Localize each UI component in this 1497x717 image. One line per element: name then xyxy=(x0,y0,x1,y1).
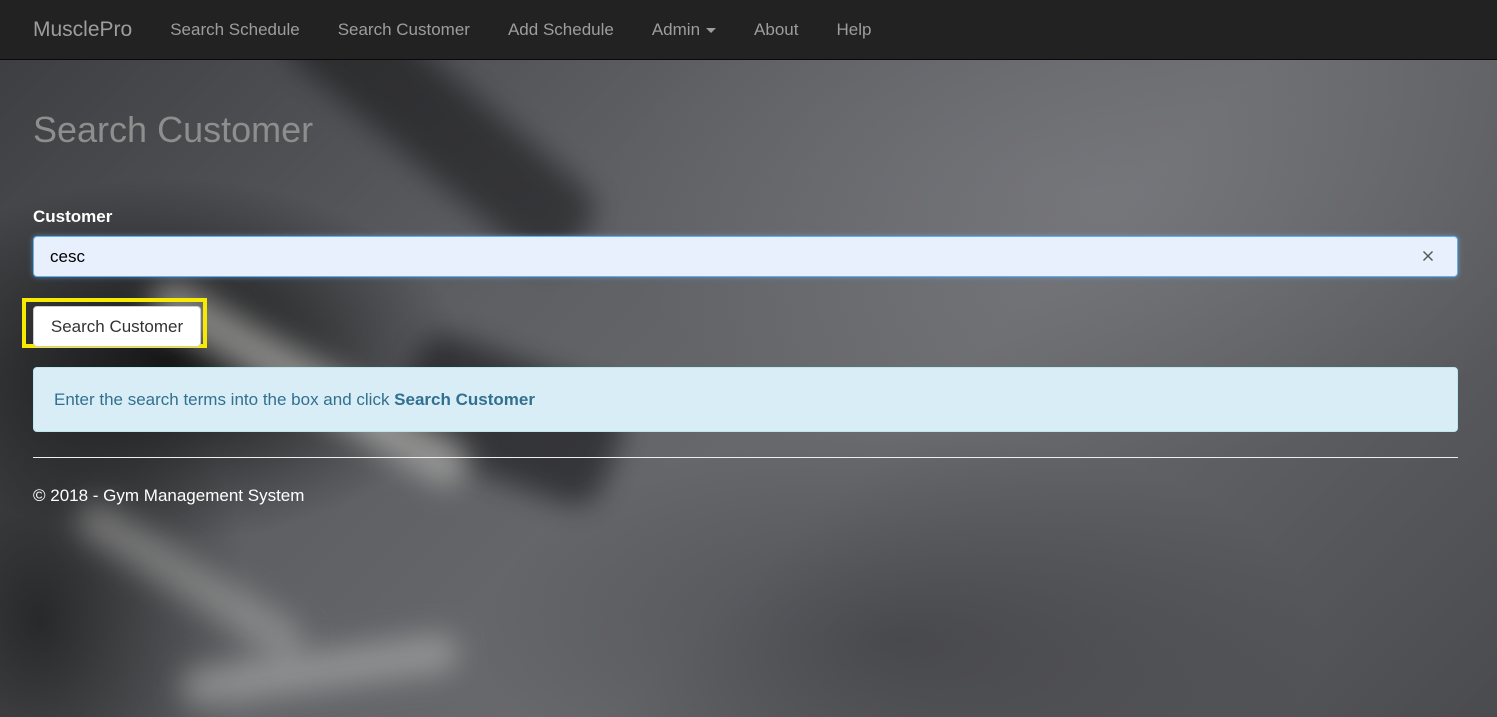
background-blur-shape xyxy=(178,630,462,710)
nav-about[interactable]: About xyxy=(735,0,817,60)
nav-admin-dropdown[interactable]: Admin xyxy=(633,0,735,60)
nav-search-schedule[interactable]: Search Schedule xyxy=(151,0,318,60)
caret-down-icon xyxy=(706,27,717,33)
background-blur-shape xyxy=(69,494,311,666)
footer-copyright: © 2018 - Gym Management System xyxy=(33,486,305,505)
customer-input-wrapper xyxy=(33,236,1458,277)
footer-divider xyxy=(33,457,1458,458)
brand-logo[interactable]: MusclePro xyxy=(33,18,132,42)
nav-help[interactable]: Help xyxy=(817,0,890,60)
close-icon[interactable] xyxy=(1418,246,1438,266)
nav-admin-label: Admin xyxy=(651,19,701,39)
search-customer-button[interactable]: Search Customer xyxy=(33,306,201,347)
top-navbar: MusclePro Search Schedule Search Custome… xyxy=(0,0,1497,60)
customer-search-input[interactable] xyxy=(33,236,1458,277)
page-title: Search Customer xyxy=(33,109,314,150)
info-alert: Enter the search terms into the box and … xyxy=(33,367,1458,432)
info-alert-emphasis: Search Customer xyxy=(394,390,535,409)
info-alert-text: Enter the search terms into the box and … xyxy=(54,390,395,409)
nav-add-schedule[interactable]: Add Schedule xyxy=(489,0,633,60)
nav-search-customer[interactable]: Search Customer xyxy=(319,0,489,60)
main-content: Search Customer Customer Search Customer… xyxy=(22,60,1458,505)
customer-field-label: Customer xyxy=(33,207,113,226)
